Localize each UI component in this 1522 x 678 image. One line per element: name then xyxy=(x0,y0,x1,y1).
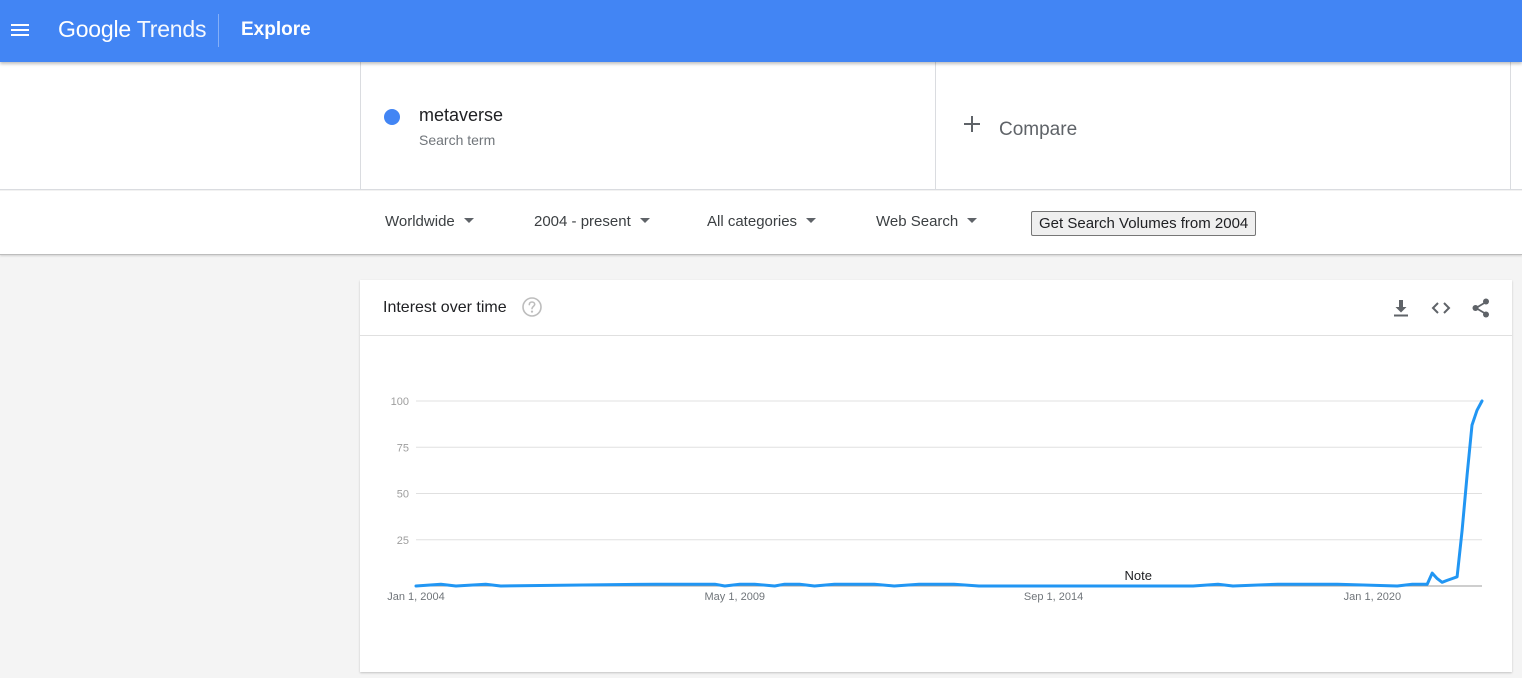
header-divider xyxy=(218,14,219,47)
x-tick-label: Sep 1, 2014 xyxy=(1024,591,1083,603)
dropdown-caret-icon xyxy=(967,218,978,223)
google-trends-logo[interactable]: Google Trends xyxy=(58,16,206,43)
y-tick-label: 75 xyxy=(397,442,409,454)
search-type-label: Web Search xyxy=(876,213,959,230)
logo-trends-text: Trends xyxy=(136,16,207,42)
time-range-dropdown[interactable]: 2004 - present xyxy=(534,213,650,230)
dropdown-caret-icon xyxy=(463,218,474,223)
download-icon[interactable] xyxy=(1390,297,1412,319)
time-range-label: 2004 - present xyxy=(534,213,631,230)
dropdown-caret-icon xyxy=(639,218,650,223)
chart-note-annotation[interactable]: Note xyxy=(1125,568,1152,583)
search-term-card[interactable]: metaverse Search term xyxy=(360,62,936,190)
get-search-volumes-button[interactable]: Get Search Volumes from 2004 xyxy=(1031,211,1257,236)
hamburger-menu-icon[interactable] xyxy=(8,18,32,42)
region-label: Worldwide xyxy=(385,213,455,230)
y-tick-label: 25 xyxy=(397,535,409,547)
interest-over-time-chart[interactable]: 25 50 75 100 Jan 1, 2004 May 1, 2009 Sep 1, 20… xyxy=(360,336,1512,672)
card-header: Interest over time xyxy=(360,280,1512,336)
top-app-bar: Google Trends Explore xyxy=(0,0,1522,62)
term-color-dot xyxy=(384,109,400,125)
interest-over-time-card: Interest over time 25 50 75 100 Jan 1, 2004 M… xyxy=(360,280,1512,672)
compare-label: Compare xyxy=(999,119,1078,140)
dropdown-caret-icon xyxy=(806,218,817,223)
plus-icon xyxy=(964,116,980,132)
category-label: All categories xyxy=(707,213,798,230)
y-tick-label: 50 xyxy=(397,489,409,501)
page-title: Explore xyxy=(241,19,311,40)
filter-bar: Worldwide 2004 - present All categories … xyxy=(0,191,1522,255)
embed-icon[interactable] xyxy=(1430,297,1452,319)
search-type-dropdown[interactable]: Web Search xyxy=(876,213,978,230)
x-tick-label: May 1, 2009 xyxy=(705,591,766,603)
search-term-name[interactable]: metaverse xyxy=(419,105,503,126)
x-tick-label: Jan 1, 2004 xyxy=(387,591,445,603)
x-tick-label: Jan 1, 2020 xyxy=(1344,591,1402,603)
logo-google-text: Google xyxy=(58,16,131,42)
search-terms-panel: metaverse Search term Compare xyxy=(0,62,1522,190)
y-tick-label: 100 xyxy=(391,396,409,408)
region-dropdown[interactable]: Worldwide xyxy=(385,213,474,230)
share-icon[interactable] xyxy=(1470,297,1492,319)
help-icon[interactable] xyxy=(521,296,543,318)
compare-button[interactable]: Compare xyxy=(936,62,1511,190)
category-dropdown[interactable]: All categories xyxy=(707,213,817,230)
card-title: Interest over time xyxy=(383,299,507,316)
search-term-subtitle: Search term xyxy=(419,132,496,148)
